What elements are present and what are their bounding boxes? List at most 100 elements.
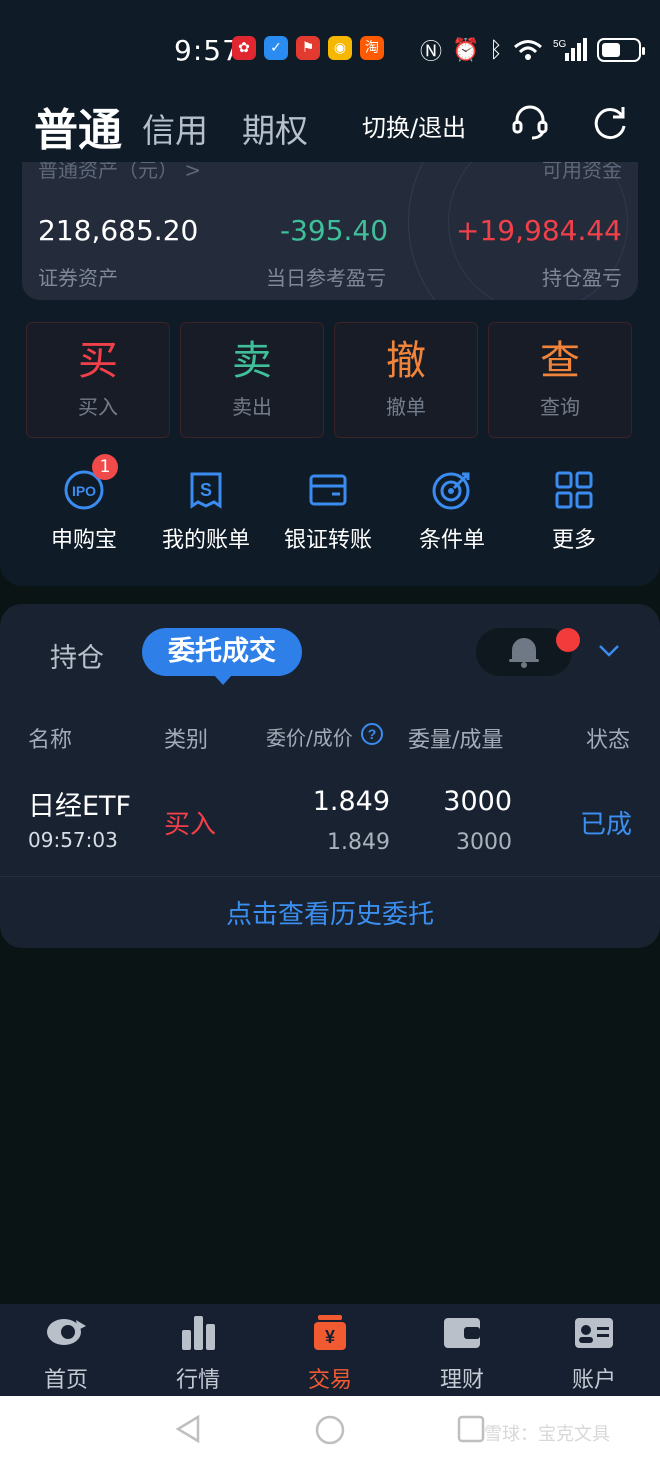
app-blue-icon: ✓ xyxy=(264,36,288,60)
svg-text:IPO: IPO xyxy=(72,483,96,499)
asset-card[interactable]: 普通资产（元） > 可用资金 218,685.20 证券资产 -395.40 当… xyxy=(22,162,638,300)
refresh-icon[interactable] xyxy=(590,102,630,142)
market-icon xyxy=(182,1316,215,1350)
quick-more[interactable]: 更多 xyxy=(514,460,634,554)
trade-actions: 买 买入 卖 卖出 撤 撤单 查 查询 xyxy=(26,322,632,438)
tab-holdings[interactable]: 持仓 xyxy=(50,636,104,675)
target-icon xyxy=(432,472,470,510)
nav-home[interactable]: 首页 xyxy=(0,1304,132,1394)
tab-margin[interactable]: 信用 xyxy=(142,104,208,152)
quick-actions: IPO 1 申购宝 S 我的账单 银证转账 条件单 更多 xyxy=(0,454,660,560)
nav-trade[interactable]: ¥ 交易 xyxy=(264,1304,396,1394)
query-glyph: 查 xyxy=(540,338,580,384)
bottom-nav: 首页 行情 ¥ 交易 理财 账户 xyxy=(0,1304,660,1396)
nav-account-label: 账户 xyxy=(571,1368,616,1393)
order-type: 买入 xyxy=(164,810,217,840)
day-pl-value: -395.40 xyxy=(280,214,389,247)
query-button[interactable]: 查 查询 xyxy=(488,322,632,438)
quick-transfer[interactable]: 银证转账 xyxy=(268,460,388,554)
divider xyxy=(0,876,660,877)
nav-finance[interactable]: 理财 xyxy=(396,1304,528,1394)
day-pl-label: 当日参考盈亏 xyxy=(266,266,386,290)
switch-logout-button[interactable]: 切换/退出 xyxy=(362,108,466,143)
quick-condition-label: 条件单 xyxy=(418,528,485,553)
sell-glyph: 卖 xyxy=(232,338,272,384)
nav-finance-label: 理财 xyxy=(439,1368,484,1393)
quick-bill[interactable]: S 我的账单 xyxy=(146,460,266,554)
sell-button[interactable]: 卖 卖出 xyxy=(180,322,324,438)
home-nav-icon[interactable] xyxy=(314,1414,346,1446)
history-orders-link[interactable]: 点击查看历史委托 xyxy=(0,894,660,931)
holding-pl-value: +19,984.44 xyxy=(456,214,622,247)
col-qty: 委量/成量 xyxy=(408,728,504,753)
signal-icon: 5G xyxy=(553,38,587,61)
cancel-glyph: 撤 xyxy=(386,338,426,384)
watermark: 雪球：宝克文具 xyxy=(484,1424,610,1445)
tab-orders-deals[interactable]: 委托成交 xyxy=(142,628,302,685)
account-icon xyxy=(575,1318,613,1348)
buy-button[interactable]: 买 买入 xyxy=(26,322,170,438)
buy-glyph: 买 xyxy=(78,338,118,384)
tab-normal[interactable]: 普通 xyxy=(34,94,122,158)
weibo-icon: ◉ xyxy=(328,36,352,60)
col-status: 状态 xyxy=(586,728,631,753)
quick-transfer-label: 银证转账 xyxy=(283,528,372,553)
svg-text:S: S xyxy=(200,480,212,500)
cancel-order-button[interactable]: 撤 撤单 xyxy=(334,322,478,438)
system-nav-bar: 雪球：宝克文具 xyxy=(0,1396,660,1467)
status-bar: 9:57 ✿ ✓ ⚑ ◉ 淘 Ⓝ ⏰ ᛒ 5G xyxy=(0,0,660,92)
trade-summary: 普通资产（元） > 可用资金 218,685.20 证券资产 -395.40 当… xyxy=(0,162,660,586)
tab-options[interactable]: 期权 xyxy=(242,104,308,152)
quick-ipo-label: 申购宝 xyxy=(50,528,117,553)
nav-trade-label: 交易 xyxy=(307,1368,352,1393)
clock: 9:57 xyxy=(174,34,241,67)
orders-panel: 持仓 委托成交 名称 类别 委价/成价 ? 委量/成量 状态 日经ETF 09:… xyxy=(0,604,660,948)
wallet-icon xyxy=(309,474,347,506)
quick-ipo[interactable]: IPO 1 申购宝 xyxy=(24,454,144,554)
order-qty: 3000 xyxy=(443,786,512,817)
order-time: 09:57:03 xyxy=(28,828,118,852)
col-price: 委价/成价 xyxy=(266,726,353,750)
deal-price: 1.849 xyxy=(327,830,390,855)
nav-home-label: 首页 xyxy=(43,1368,88,1393)
back-icon[interactable] xyxy=(174,1414,204,1444)
notification-dot xyxy=(556,628,580,652)
deal-qty: 3000 xyxy=(456,830,512,855)
col-type: 类别 xyxy=(164,728,209,753)
holding-pl-label: 持仓盈亏 xyxy=(542,266,622,290)
taobao-icon: 淘 xyxy=(360,36,384,60)
securities-asset-label: 证券资产 xyxy=(38,266,118,290)
system-icons: Ⓝ ⏰ ᛒ 5G xyxy=(420,34,645,66)
battery-icon xyxy=(596,38,645,62)
col-name: 名称 xyxy=(28,728,73,753)
quick-condition[interactable]: 条件单 xyxy=(392,460,512,554)
notification-icons: ✿ ✓ ⚑ ◉ 淘 xyxy=(232,36,384,60)
bill-icon: S xyxy=(190,472,222,509)
top-header: 普通 信用 期权 切换/退出 xyxy=(0,92,660,162)
nav-account[interactable]: 账户 xyxy=(528,1304,660,1394)
finance-icon xyxy=(444,1318,480,1348)
home-icon xyxy=(47,1319,86,1345)
app-red-icon: ⚑ xyxy=(296,36,320,60)
wifi-icon xyxy=(513,40,542,60)
available-funds-label: 可用资金 xyxy=(542,162,622,182)
recents-icon[interactable] xyxy=(456,1414,486,1444)
ipo-badge: 1 xyxy=(92,454,118,480)
order-price: 1.849 xyxy=(312,786,390,817)
grid-icon xyxy=(555,471,593,509)
query-label: 查询 xyxy=(540,395,580,419)
securities-asset-value: 218,685.20 xyxy=(38,214,199,247)
nfc-icon: Ⓝ xyxy=(420,40,443,65)
chevron-down-icon[interactable] xyxy=(598,644,620,658)
huawei-icon: ✿ xyxy=(232,36,256,60)
cancel-label: 撤单 xyxy=(386,395,426,419)
sell-label: 卖出 xyxy=(232,395,272,419)
headset-icon[interactable] xyxy=(510,102,550,142)
quick-bill-label: 我的账单 xyxy=(161,528,250,553)
help-icon[interactable]: ? xyxy=(360,722,384,746)
trade-icon: ¥ xyxy=(314,1315,346,1350)
svg-text:?: ? xyxy=(368,726,377,742)
nav-market-label: 行情 xyxy=(175,1368,220,1393)
nav-market[interactable]: 行情 xyxy=(132,1304,264,1394)
buy-label: 买入 xyxy=(78,395,118,419)
